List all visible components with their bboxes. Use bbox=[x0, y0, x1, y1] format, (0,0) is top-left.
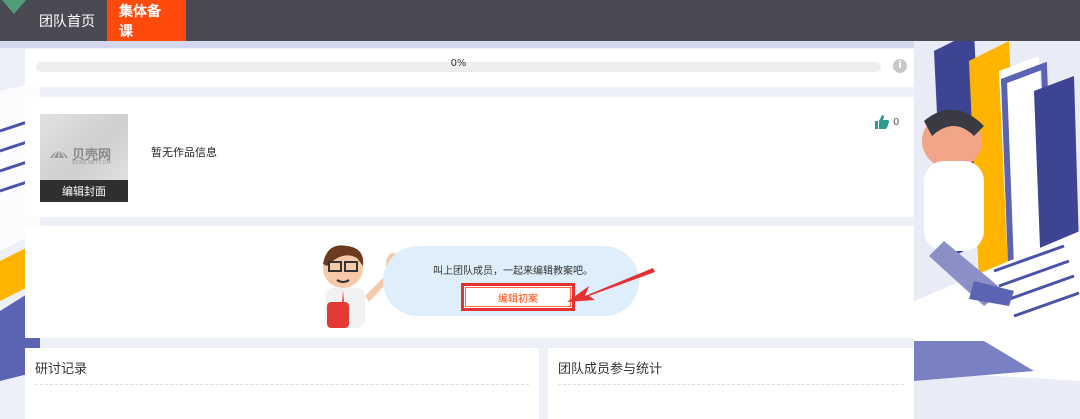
progress-bar: 0% bbox=[36, 58, 881, 72]
info-icon[interactable]: i bbox=[893, 59, 907, 73]
progress-label: 0% bbox=[450, 58, 467, 69]
annotation-arrow-icon bbox=[567, 268, 655, 302]
work-info-card: 贝壳网 BEIKE.NET.COM 编辑封面 暂无作品信息 0 bbox=[25, 97, 914, 217]
member-stats-panel: 团队成员参与统计 bbox=[548, 348, 914, 419]
tab-collective-lesson-prep[interactable]: 集体备课 bbox=[107, 0, 186, 41]
like-count: 0 bbox=[893, 116, 900, 128]
empty-work-message: 暂无作品信息 bbox=[151, 146, 217, 159]
edit-draft-button[interactable]: 编辑初案 bbox=[465, 287, 571, 307]
cover-image: 贝壳网 BEIKE.NET.COM 编辑封面 bbox=[40, 114, 128, 202]
progress-card: 0% i bbox=[25, 49, 914, 87]
discussion-records-title: 研讨记录 bbox=[35, 362, 88, 377]
member-stats-title: 团队成员参与统计 bbox=[558, 362, 663, 377]
like-button[interactable]: 0 bbox=[875, 115, 899, 129]
thumbs-up-icon bbox=[875, 115, 889, 129]
tab-team-home[interactable]: 团队首页 bbox=[27, 0, 107, 41]
invite-card: 叫上团队成员，一起来编辑教案吧。 编辑初案 bbox=[25, 226, 914, 338]
nav-logo-deco bbox=[2, 0, 26, 14]
cover-logo: 贝壳网 BEIKE.NET.COM bbox=[48, 142, 120, 166]
cover-logo-subtext: BEIKE.NET.COM bbox=[72, 160, 111, 166]
discussion-records-panel: 研讨记录 bbox=[25, 348, 539, 419]
edit-cover-button[interactable]: 编辑封面 bbox=[40, 180, 128, 202]
shell-logo-icon bbox=[50, 147, 68, 159]
divider bbox=[35, 384, 529, 385]
divider bbox=[558, 384, 904, 385]
top-navigation: 团队首页 集体备课 bbox=[0, 0, 1080, 41]
right-reading-illustration bbox=[914, 41, 1080, 419]
